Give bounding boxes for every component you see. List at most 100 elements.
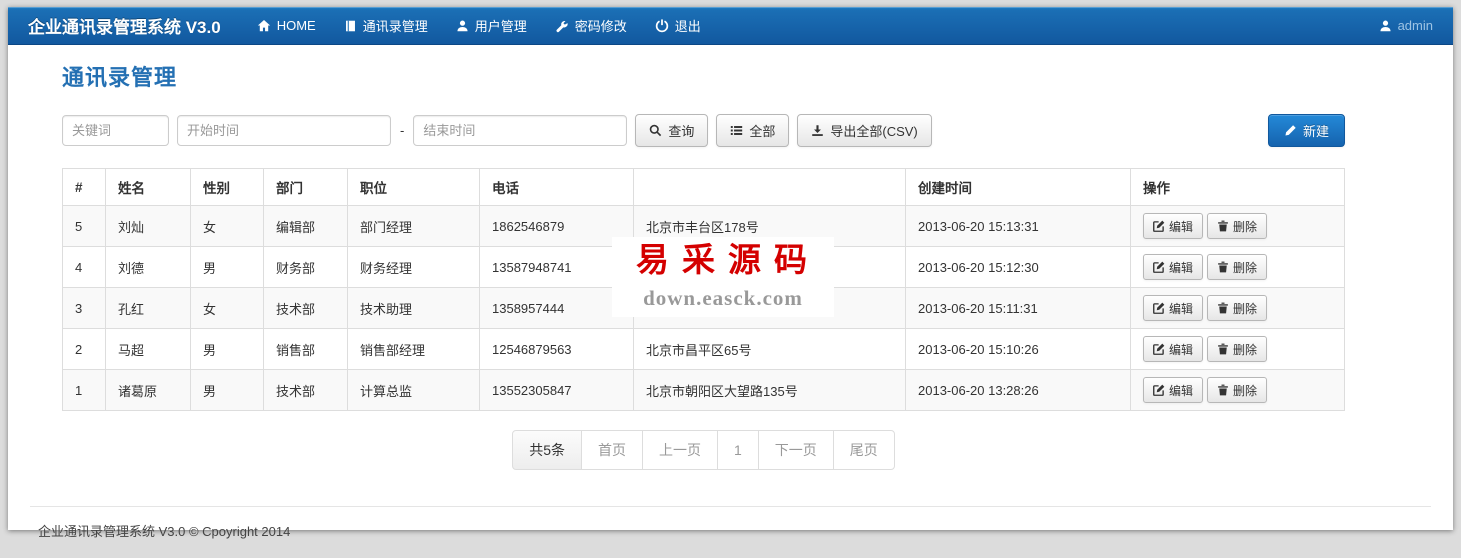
cell-gender: 女 [191, 206, 264, 247]
table-row: 1 诸葛原 男 技术部 计算总监 13552305847 北京市朝阳区大望路13… [63, 370, 1345, 411]
edit-icon [1153, 302, 1165, 314]
col-header-created: 创建时间 [906, 169, 1131, 206]
nav-item-users[interactable]: 用户管理 [442, 7, 541, 45]
query-button[interactable]: 查询 [635, 114, 708, 147]
nav-item-label: 通讯录管理 [363, 16, 428, 35]
delete-button[interactable]: 删除 [1207, 295, 1267, 321]
cell-gender: 男 [191, 370, 264, 411]
page-title: 通讯录管理 [62, 45, 1345, 92]
range-separator: - [399, 123, 405, 138]
cell-created: 2013-06-20 15:13:31 [906, 206, 1131, 247]
cell-dept: 技术部 [264, 370, 348, 411]
book-icon [344, 19, 357, 33]
edit-button[interactable]: 编辑 [1143, 213, 1203, 239]
cell-id: 2 [63, 329, 106, 370]
nav-item-home[interactable]: HOME [243, 7, 330, 45]
wrench-icon [555, 19, 569, 33]
cell-created: 2013-06-20 15:11:31 [906, 288, 1131, 329]
query-button-label: 查询 [668, 121, 694, 140]
col-header-index: # [63, 169, 106, 206]
cell-address: 北京市昌平区65号 [634, 329, 906, 370]
cell-address: 北京市朝阳区大望路135号 [634, 370, 906, 411]
cell-address [634, 247, 906, 288]
cell-gender: 女 [191, 288, 264, 329]
pagination-next-page[interactable]: 下一页 [758, 430, 834, 470]
all-button-label: 全部 [749, 121, 775, 140]
cell-actions: 编辑 删除 [1131, 370, 1345, 411]
cell-name: 刘灿 [106, 206, 191, 247]
start-time-input[interactable] [177, 115, 391, 146]
cell-created: 2013-06-20 15:12:30 [906, 247, 1131, 288]
pagination: 共5条 首页 上一页 1 下一页 尾页 [62, 430, 1345, 470]
delete-button-label: 删除 [1233, 300, 1257, 317]
cell-address [634, 288, 906, 329]
delete-button[interactable]: 删除 [1207, 336, 1267, 362]
cell-id: 1 [63, 370, 106, 411]
cell-actions: 编辑删除 [1131, 247, 1345, 288]
cell-gender: 男 [191, 247, 264, 288]
cell-position: 销售部经理 [348, 329, 480, 370]
table-header-row: # 姓名 性别 部门 职位 电话 创建时间 操作 [63, 169, 1345, 206]
new-button[interactable]: 新建 [1268, 114, 1345, 147]
edit-button[interactable]: 编辑 [1143, 254, 1203, 280]
user-icon [456, 19, 469, 33]
main-content: 通讯录管理 - 查询 全部 导出全部 [62, 45, 1345, 470]
table-row: 2 马超 男 销售部 销售部经理 12546879563 北京市昌平区65号 2… [63, 329, 1345, 370]
user-icon [1379, 19, 1392, 33]
app-title[interactable]: 企业通讯录管理系统 V3.0 [28, 13, 221, 38]
pagination-last-page[interactable]: 尾页 [833, 430, 895, 470]
cell-name: 诸葛原 [106, 370, 191, 411]
nav-item-label: 退出 [675, 16, 701, 35]
delete-button-label: 删除 [1233, 341, 1257, 358]
nav-item-label: 用户管理 [475, 16, 527, 35]
cell-phone: 13587948741 [480, 247, 634, 288]
delete-button[interactable]: 删除 [1207, 213, 1267, 239]
list-icon [730, 124, 743, 137]
contacts-table-wrap: # 姓名 性别 部门 职位 电话 创建时间 操作 5 刘灿 [62, 168, 1345, 411]
edit-button-label: 编辑 [1169, 218, 1193, 235]
col-header-position: 职位 [348, 169, 480, 206]
cell-phone: 13552305847 [480, 370, 634, 411]
edit-button[interactable]: 编辑 [1143, 377, 1203, 403]
app-window: 企业通讯录管理系统 V3.0 HOME 通讯录管理 用户管理 密码修改 [8, 7, 1453, 530]
cell-created: 2013-06-20 15:10:26 [906, 329, 1131, 370]
pagination-page-1[interactable]: 1 [717, 430, 759, 470]
trash-icon [1217, 343, 1229, 355]
search-toolbar: - 查询 全部 导出全部(CSV) [62, 114, 1345, 147]
delete-button[interactable]: 删除 [1207, 254, 1267, 280]
export-csv-button-label: 导出全部(CSV) [830, 121, 917, 140]
pagination-first-page[interactable]: 首页 [581, 430, 643, 470]
cell-dept: 销售部 [264, 329, 348, 370]
edit-button[interactable]: 编辑 [1143, 336, 1203, 362]
edit-icon [1153, 343, 1165, 355]
footer-copyright: 企业通讯录管理系统 V3.0 © Cpoyright 2014 [38, 524, 290, 539]
cell-phone: 1862546879 [480, 206, 634, 247]
col-header-address [634, 169, 906, 206]
cell-position: 计算总监 [348, 370, 480, 411]
cell-name: 刘德 [106, 247, 191, 288]
pagination-prev-page[interactable]: 上一页 [642, 430, 718, 470]
end-time-input[interactable] [413, 115, 627, 146]
delete-button[interactable]: 删除 [1207, 377, 1267, 403]
download-icon [811, 124, 824, 137]
edit-icon [1153, 220, 1165, 232]
nav-item-logout[interactable]: 退出 [641, 7, 715, 45]
nav-item-password[interactable]: 密码修改 [541, 7, 641, 45]
edit-button-label: 编辑 [1169, 259, 1193, 276]
cell-dept: 财务部 [264, 247, 348, 288]
all-button[interactable]: 全部 [716, 114, 789, 147]
edit-icon [1153, 384, 1165, 396]
table-row: 4 刘德 男 财务部 财务经理 13587948741 2013-06-20 1… [63, 247, 1345, 288]
export-csv-button[interactable]: 导出全部(CSV) [797, 114, 931, 147]
search-icon [649, 124, 662, 137]
navbar-username: admin [1398, 18, 1433, 33]
trash-icon [1217, 302, 1229, 314]
footer: 企业通讯录管理系统 V3.0 © Cpoyright 2014 [30, 506, 1431, 558]
navbar-user-menu[interactable]: admin [1379, 18, 1433, 33]
keyword-input[interactable] [62, 115, 169, 146]
nav-item-contacts[interactable]: 通讯录管理 [330, 7, 442, 45]
edit-button[interactable]: 编辑 [1143, 295, 1203, 321]
cell-phone: 12546879563 [480, 329, 634, 370]
pencil-icon [1284, 124, 1297, 137]
delete-button-label: 删除 [1233, 382, 1257, 399]
